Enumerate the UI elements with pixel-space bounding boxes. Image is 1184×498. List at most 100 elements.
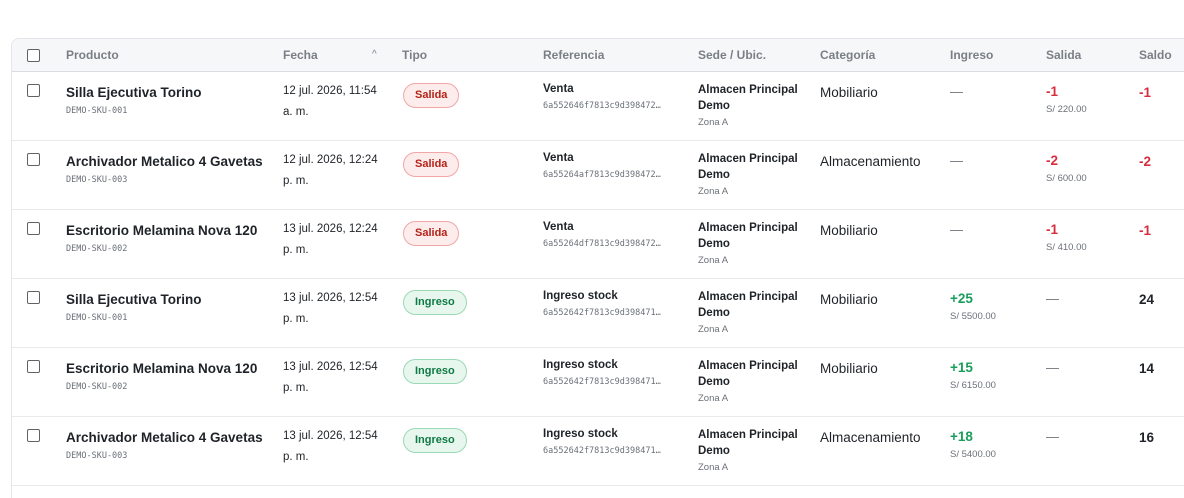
type-badge: Salida: [403, 221, 460, 246]
table-row[interactable]: Silla Ejecutiva Torino DEMO-SKU-001 12 j…: [12, 72, 1184, 141]
reference-hash: 6a552642f7813c9d398471…: [543, 377, 661, 387]
movement-time-period: p. m.: [283, 313, 309, 325]
ingreso-qty: +25: [950, 291, 973, 306]
salida-qty: -1: [1046, 84, 1059, 99]
salida-amount: S/ 410.00: [1046, 242, 1087, 253]
category: Mobiliario: [820, 292, 878, 307]
reference-hash: 6a552646f7813c9d398472…: [543, 101, 661, 111]
ingreso-amount: S/ 6150.00: [950, 380, 996, 391]
row-checkbox[interactable]: [27, 84, 40, 97]
location-name-2: Demo: [698, 376, 730, 388]
ingreso-amount: S/ 5400.00: [950, 449, 996, 460]
salida-amount: S/ 600.00: [1046, 173, 1087, 184]
header-ingreso[interactable]: Ingreso: [950, 39, 993, 72]
location-name-2: Demo: [698, 307, 730, 319]
reference-title: Venta: [543, 83, 574, 95]
row-checkbox[interactable]: [27, 429, 40, 442]
type-badge: Ingreso: [403, 290, 467, 315]
select-all-checkbox[interactable]: [27, 49, 40, 62]
product-name: Silla Ejecutiva Torino: [66, 85, 202, 100]
product-sku: DEMO-SKU-001: [66, 106, 128, 116]
saldo-value: -1: [1139, 85, 1152, 100]
movement-date: 12 jul. 2026, 12:24: [283, 154, 378, 166]
location-zone: Zona A: [698, 462, 729, 473]
category: Mobiliario: [820, 85, 878, 100]
type-badge: Salida: [403, 152, 460, 177]
product-name: Archivador Metalico 4 Gavetas: [66, 430, 263, 445]
table-row[interactable]: Archivador Metalico 4 Gavetas DEMO-SKU-0…: [12, 141, 1184, 210]
product-sku: DEMO-SKU-003: [66, 175, 128, 185]
table-row[interactable]: Escritorio Melamina Nova 120 DEMO-SKU-00…: [12, 348, 1184, 417]
type-badge: Salida: [403, 83, 460, 108]
saldo-value: -1: [1139, 223, 1152, 238]
location-zone: Zona A: [698, 393, 729, 404]
location-name-2: Demo: [698, 169, 730, 181]
header-categoria[interactable]: Categoría: [820, 39, 875, 72]
movement-time-period: p. m.: [283, 244, 309, 256]
header-salida[interactable]: Salida: [1046, 39, 1081, 72]
inventory-movements-table: Producto Fecha ^ Tipo Referencia Sede / …: [11, 38, 1184, 498]
ingreso-qty: —: [950, 84, 963, 99]
location-name: Almacen Principal: [698, 360, 798, 372]
location-name-2: Demo: [698, 238, 730, 250]
category: Mobiliario: [820, 361, 878, 376]
salida-qty: -1: [1046, 222, 1059, 237]
location-zone: Zona A: [698, 117, 729, 128]
category: Almacenamiento: [820, 154, 921, 169]
ingreso-qty: +18: [950, 429, 973, 444]
reference-title: Ingreso stock: [543, 290, 618, 302]
reference-hash: 6a552642f7813c9d398471…: [543, 308, 661, 318]
header-referencia[interactable]: Referencia: [543, 39, 604, 72]
movement-date: 12 jul. 2026, 11:54: [283, 85, 377, 97]
location-zone: Zona A: [698, 255, 729, 266]
type-badge: Ingreso: [403, 359, 467, 384]
reference-hash: 6a552642f7813c9d398471…: [543, 446, 661, 456]
salida-qty: —: [1046, 429, 1059, 444]
reference-hash: 6a55264df7813c9d398472…: [543, 239, 661, 249]
saldo-value: 16: [1139, 430, 1155, 445]
reference-title: Ingreso stock: [543, 428, 618, 440]
movement-time-period: a. m.: [283, 106, 309, 118]
header-sede[interactable]: Sede / Ubic.: [698, 39, 766, 72]
salida-qty: —: [1046, 360, 1059, 375]
product-sku: DEMO-SKU-002: [66, 244, 128, 254]
reference-title: Ingreso stock: [543, 359, 618, 371]
product-name: Escritorio Melamina Nova 120: [66, 223, 258, 238]
row-checkbox[interactable]: [27, 360, 40, 373]
location-name-2: Demo: [698, 100, 730, 112]
row-checkbox[interactable]: [27, 153, 40, 166]
ingreso-qty: +15: [950, 360, 973, 375]
location-zone: Zona A: [698, 324, 729, 335]
movement-time-period: p. m.: [283, 451, 309, 463]
product-sku: DEMO-SKU-002: [66, 382, 128, 392]
location-name: Almacen Principal: [698, 429, 798, 441]
header-fecha[interactable]: Fecha: [283, 39, 318, 72]
saldo-value: 24: [1139, 292, 1155, 307]
header-tipo[interactable]: Tipo: [402, 39, 427, 72]
type-badge: Ingreso: [403, 428, 467, 453]
location-zone: Zona A: [698, 186, 729, 197]
location-name: Almacen Principal: [698, 291, 798, 303]
reference-title: Venta: [543, 152, 574, 164]
ingreso-amount: S/ 5500.00: [950, 311, 996, 322]
row-checkbox[interactable]: [27, 222, 40, 235]
product-sku: DEMO-SKU-001: [66, 313, 128, 323]
ingreso-qty: —: [950, 153, 963, 168]
movement-time-period: p. m.: [283, 175, 309, 187]
product-name: Escritorio Melamina Nova 120: [66, 361, 258, 376]
location-name: Almacen Principal: [698, 222, 798, 234]
saldo-value: -2: [1139, 154, 1152, 169]
table-row[interactable]: Silla Ejecutiva Torino DEMO-SKU-001 13 j…: [12, 279, 1184, 348]
row-checkbox[interactable]: [27, 291, 40, 304]
location-name: Almacen Principal: [698, 84, 798, 96]
header-producto[interactable]: Producto: [66, 39, 119, 72]
category: Mobiliario: [820, 223, 878, 238]
movement-date: 13 jul. 2026, 12:24: [283, 223, 378, 235]
movement-date: 13 jul. 2026, 12:54: [283, 430, 378, 442]
table-row[interactable]: Escritorio Melamina Nova 120 DEMO-SKU-00…: [12, 210, 1184, 279]
category: Almacenamiento: [820, 430, 921, 445]
sort-ascending-icon[interactable]: ^: [372, 39, 377, 72]
product-name: Silla Ejecutiva Torino: [66, 292, 202, 307]
table-row[interactable]: Archivador Metalico 4 Gavetas DEMO-SKU-0…: [12, 417, 1184, 486]
header-saldo[interactable]: Saldo: [1139, 39, 1172, 72]
